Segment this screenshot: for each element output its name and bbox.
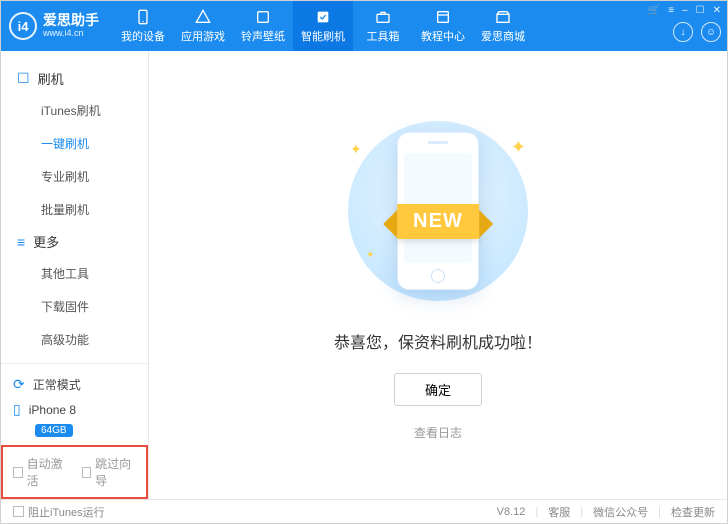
menu-icon[interactable]: ≡: [668, 5, 674, 16]
tab-label: 工具箱: [367, 28, 400, 44]
menu-icon: ≡: [17, 234, 25, 250]
phone-icon: [134, 8, 152, 26]
tab-label: 智能刷机: [301, 28, 345, 44]
app-name: 爱思助手: [43, 13, 99, 28]
phone-icon: ☐: [17, 70, 30, 87]
tab-label: 教程中心: [421, 28, 465, 44]
new-ribbon: NEW: [397, 204, 479, 239]
version-label: V8.12: [497, 506, 526, 518]
maximize-button[interactable]: ☐: [696, 5, 705, 16]
tab-label: 铃声壁纸: [241, 28, 285, 44]
sparkle-icon: ✦: [366, 250, 374, 261]
top-bar: i4 爱思助手 www.i4.cn 我的设备 应用游戏 铃声壁纸 智能刷机: [1, 1, 727, 51]
tab-label: 爱思商城: [481, 28, 525, 44]
apps-icon: [194, 8, 212, 26]
checkbox-icon: [82, 467, 92, 478]
flash-icon: [314, 8, 332, 26]
download-icon[interactable]: ↓: [673, 22, 693, 42]
sidebar-group-flash[interactable]: ☐ 刷机: [1, 63, 148, 94]
tab-tutorial[interactable]: 教程中心: [413, 1, 473, 51]
sparkle-icon: ✦: [350, 141, 362, 158]
minimize-button[interactable]: –: [682, 5, 688, 16]
sidebar-item-oneclick-flash[interactable]: 一键刷机: [41, 127, 148, 160]
main-content: ✦ ✦ ✦ NEW 恭喜您，保资料刷机成功啦！ 确定 查看日志: [149, 51, 727, 499]
store-icon: [494, 8, 512, 26]
sidebar-group-label: 刷机: [38, 69, 64, 88]
sidebar: ☐ 刷机 iTunes刷机 一键刷机 专业刷机 批量刷机 ≡ 更多 其他工具 下…: [1, 51, 149, 499]
tab-apps[interactable]: 应用游戏: [173, 1, 233, 51]
device-mode[interactable]: ⟳ 正常模式: [13, 372, 136, 397]
options-highlight: 自动激活 跳过向导: [1, 445, 148, 499]
checkbox-icon: [13, 467, 23, 478]
refresh-icon: ⟳: [13, 376, 25, 393]
sparkle-icon: ✦: [511, 137, 526, 158]
sidebar-group-label: 更多: [33, 232, 59, 251]
tab-devices[interactable]: 我的设备: [113, 1, 173, 51]
sidebar-item-pro-flash[interactable]: 专业刷机: [41, 160, 148, 193]
cart-icon[interactable]: 🛒: [648, 5, 660, 16]
checkbox-icon: [13, 506, 24, 517]
tab-flash[interactable]: 智能刷机: [293, 1, 353, 51]
device-name[interactable]: ▯ iPhone 8: [13, 397, 136, 422]
tab-label: 我的设备: [121, 28, 165, 44]
footer-link-update[interactable]: 检查更新: [671, 504, 715, 520]
checkbox-auto-activate[interactable]: 自动激活: [13, 455, 68, 489]
tools-icon: [374, 8, 392, 26]
logo-mark: i4: [9, 12, 37, 40]
window-controls: 🛒 ≡ – ☐ ✕: [648, 5, 721, 16]
tab-store[interactable]: 爱思商城: [473, 1, 533, 51]
sidebar-item-itunes-flash[interactable]: iTunes刷机: [41, 94, 148, 127]
sidebar-item-batch-flash[interactable]: 批量刷机: [41, 193, 148, 226]
storage-badge: 64GB: [35, 424, 73, 437]
tab-ring[interactable]: 铃声壁纸: [233, 1, 293, 51]
app-logo: i4 爱思助手 www.i4.cn: [9, 12, 99, 40]
tab-label: 应用游戏: [181, 28, 225, 44]
checkbox-label: 阻止iTunes运行: [28, 504, 105, 520]
confirm-button[interactable]: 确定: [394, 373, 482, 406]
checkbox-skip-guide[interactable]: 跳过向导: [82, 455, 137, 489]
success-message: 恭喜您，保资料刷机成功啦！: [334, 329, 542, 353]
app-url: www.i4.cn: [43, 29, 99, 39]
checkbox-label: 跳过向导: [95, 455, 136, 489]
user-icon[interactable]: ☺: [701, 22, 721, 42]
device-name-label: iPhone 8: [29, 403, 76, 417]
music-icon: [254, 8, 272, 26]
footer-link-wechat[interactable]: 微信公众号: [593, 504, 648, 520]
footer-link-service[interactable]: 客服: [548, 504, 570, 520]
sidebar-item-other-tools[interactable]: 其他工具: [41, 257, 148, 290]
sidebar-group-more[interactable]: ≡ 更多: [1, 226, 148, 257]
success-illustration: ✦ ✦ ✦ NEW: [308, 111, 568, 311]
top-tabs: 我的设备 应用游戏 铃声壁纸 智能刷机 工具箱 教程中心: [113, 1, 533, 51]
sidebar-item-advanced[interactable]: 高级功能: [41, 323, 148, 356]
view-log-link[interactable]: 查看日志: [414, 424, 462, 441]
checkbox-block-itunes[interactable]: 阻止iTunes运行: [13, 504, 105, 520]
phone-icon: ▯: [13, 401, 21, 418]
sidebar-item-download-fw[interactable]: 下载固件: [41, 290, 148, 323]
ribbon-label: NEW: [397, 204, 479, 239]
close-button[interactable]: ✕: [713, 5, 721, 16]
tab-tools[interactable]: 工具箱: [353, 1, 413, 51]
device-mode-label: 正常模式: [33, 376, 81, 393]
status-bar: 阻止iTunes运行 V8.12 | 客服 | 微信公众号 | 检查更新: [1, 499, 727, 523]
checkbox-label: 自动激活: [27, 455, 68, 489]
book-icon: [434, 8, 452, 26]
